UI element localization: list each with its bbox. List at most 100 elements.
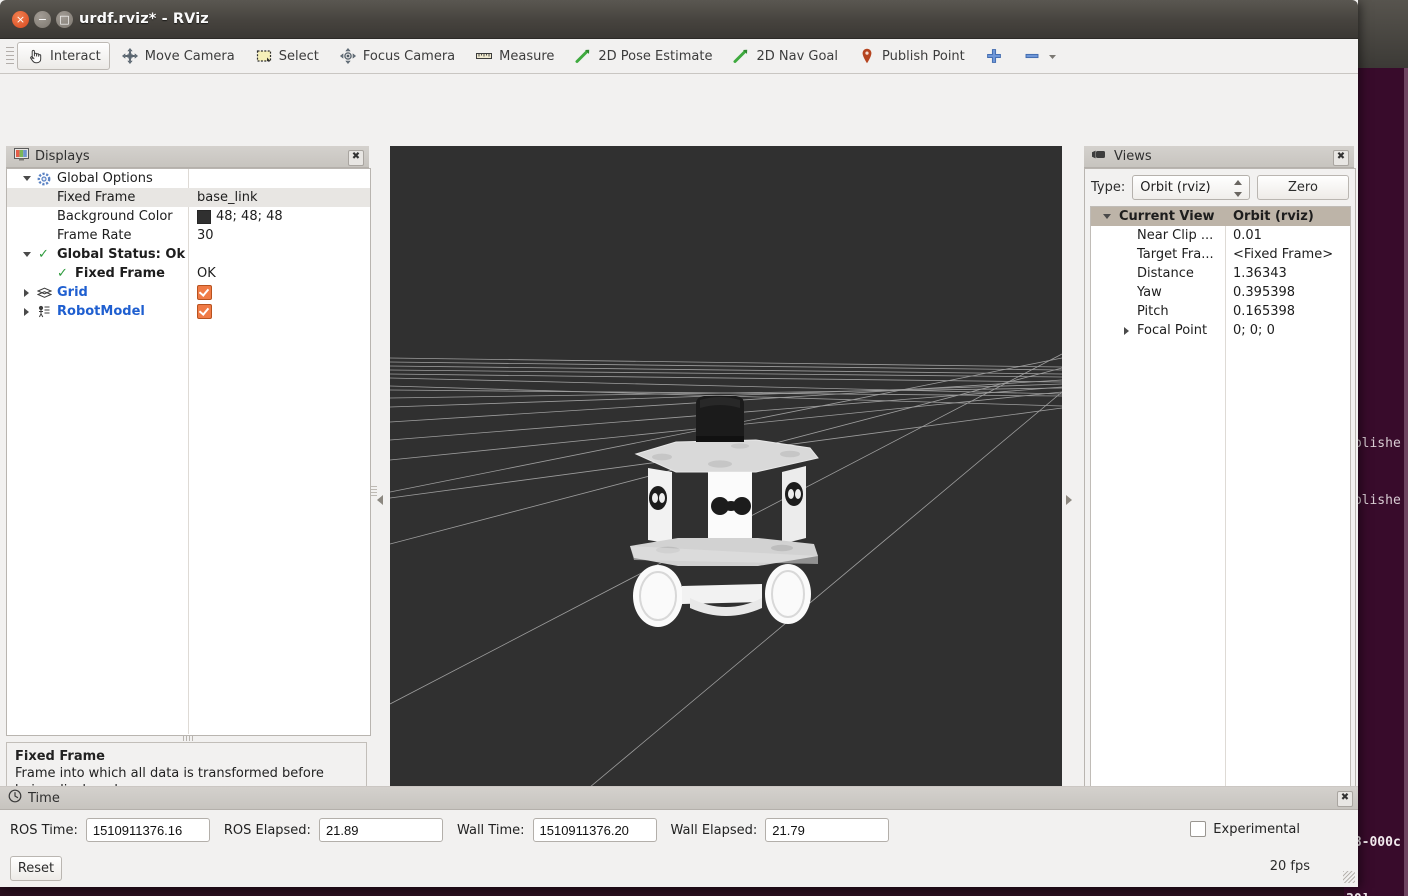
displays-vertical-splitter[interactable] xyxy=(183,736,195,741)
chevron-down-icon[interactable] xyxy=(1103,214,1111,219)
main-toolbar: Interact Move Camera Select Focus Camera… xyxy=(0,39,1358,74)
tree-value-robotmodel-enabled[interactable] xyxy=(197,304,212,319)
views-row-value[interactable]: 0.395398 xyxy=(1233,285,1295,300)
views-row-yaw[interactable]: Yaw 0.395398 xyxy=(1091,283,1350,302)
tool-publish-point[interactable]: Publish Point xyxy=(849,42,974,70)
close-icon: × xyxy=(15,13,26,26)
tool-focus-camera-label: Focus Camera xyxy=(362,48,456,64)
tool-measure[interactable]: Measure xyxy=(466,42,563,70)
spinner-arrows-icon[interactable] xyxy=(1234,180,1243,197)
chevron-right-icon[interactable] xyxy=(1124,327,1129,335)
views-row-value[interactable]: 0; 0; 0 xyxy=(1233,323,1275,338)
views-header-name: Current View xyxy=(1119,209,1215,224)
experimental-checkbox[interactable] xyxy=(1190,821,1207,837)
tool-2d-nav-goal-label: 2D Nav Goal xyxy=(756,48,839,64)
ros-elapsed-input[interactable] xyxy=(318,818,443,842)
right-dock-splitter[interactable] xyxy=(1064,146,1074,854)
tool-add-plugin[interactable] xyxy=(976,42,1012,70)
left-dock-splitter[interactable] xyxy=(375,146,385,854)
views-property-tree[interactable]: Current View Orbit (rviz) Near Clip ... … xyxy=(1090,206,1351,804)
collapse-right-arrow-icon[interactable] xyxy=(1066,495,1072,505)
tool-interact-label: Interact xyxy=(50,48,101,64)
tool-focus-camera[interactable]: Focus Camera xyxy=(330,42,464,70)
views-row-near-clip[interactable]: Near Clip ... 0.01 xyxy=(1091,226,1350,245)
tree-label: Background Color xyxy=(57,209,173,224)
toolbar-drag-handle[interactable] xyxy=(6,47,14,65)
robot-icon xyxy=(37,305,52,323)
tool-select[interactable]: Select xyxy=(246,42,328,70)
window-maximize-button[interactable]: □ xyxy=(56,11,73,28)
chevron-down-icon[interactable] xyxy=(23,252,31,257)
plus-icon xyxy=(985,47,1003,65)
views-close-button[interactable]: ✖ xyxy=(1333,150,1349,166)
3d-render-view[interactable] xyxy=(390,146,1062,854)
tree-row-frame-rate[interactable]: Frame Rate 30 xyxy=(7,226,370,245)
window-minimize-button[interactable]: − xyxy=(34,11,51,28)
tree-value-grid-enabled[interactable] xyxy=(197,285,212,300)
views-row-value[interactable]: 1.36343 xyxy=(1233,266,1287,281)
tree-row-status-fixed-frame[interactable]: ✓ Fixed Frame OK xyxy=(7,264,370,283)
terminal-scrollbar[interactable] xyxy=(1404,68,1408,896)
views-row-current-view[interactable]: Current View Orbit (rviz) xyxy=(1091,207,1350,226)
ros-elapsed-label: ROS Elapsed: xyxy=(223,822,311,838)
property-description-title: Fixed Frame xyxy=(15,749,105,764)
tool-measure-label: Measure xyxy=(499,48,555,64)
color-value-text: 48; 48; 48 xyxy=(216,209,283,224)
wall-time-input[interactable] xyxy=(532,818,657,842)
views-row-value[interactable]: <Fixed Frame> xyxy=(1233,247,1333,262)
tool-2d-pose-estimate[interactable]: 2D Pose Estimate xyxy=(565,42,721,70)
views-row-focal-point[interactable]: Focal Point 0; 0; 0 xyxy=(1091,321,1350,340)
tree-row-robotmodel[interactable]: RobotModel xyxy=(7,302,370,321)
time-close-button[interactable]: ✖ xyxy=(1337,791,1353,807)
views-zero-button[interactable]: Zero xyxy=(1257,175,1349,200)
checkbox-checked-icon[interactable] xyxy=(197,304,212,319)
tree-row-background-color[interactable]: Background Color 48; 48; 48 xyxy=(7,207,370,226)
tool-remove-plugin[interactable] xyxy=(1014,42,1067,70)
chevron-down-icon[interactable] xyxy=(1047,47,1058,65)
view-type-dropdown[interactable]: Orbit (rviz) xyxy=(1132,175,1250,200)
reset-button[interactable]: Reset xyxy=(10,855,62,881)
displays-tree[interactable]: Global Options Fixed Frame base_link Bac… xyxy=(7,169,370,734)
window-close-button[interactable]: × xyxy=(12,11,29,28)
views-row-value[interactable]: 0.01 xyxy=(1233,228,1262,243)
time-panel: Time ✖ ROS Time: ROS Elapsed: Wall Time:… xyxy=(0,786,1358,887)
views-row-distance[interactable]: Distance 1.36343 xyxy=(1091,264,1350,283)
tree-row-grid[interactable]: Grid xyxy=(7,283,370,302)
window-resize-grip[interactable] xyxy=(1343,871,1355,883)
tree-row-global-status[interactable]: ✓ Global Status: Ok xyxy=(7,245,370,264)
hand-cursor-icon xyxy=(26,47,44,65)
chevron-right-icon[interactable] xyxy=(24,308,29,316)
left-splitter-grip[interactable] xyxy=(371,486,377,498)
tree-label: Fixed Frame xyxy=(75,266,165,281)
maximize-icon: □ xyxy=(59,13,70,26)
tree-row-global-options[interactable]: Global Options xyxy=(7,169,370,188)
views-row-target-frame[interactable]: Target Fra... <Fixed Frame> xyxy=(1091,245,1350,264)
tree-value-frame-rate[interactable]: 30 xyxy=(197,228,214,243)
tool-interact[interactable]: Interact xyxy=(17,42,110,70)
move-camera-icon xyxy=(121,47,139,65)
tool-move-camera[interactable]: Move Camera xyxy=(112,42,244,70)
ros-time-input[interactable] xyxy=(85,818,210,842)
tree-row-fixed-frame[interactable]: Fixed Frame base_link xyxy=(7,188,370,207)
wall-elapsed-input[interactable] xyxy=(765,818,890,842)
views-row-value[interactable]: 0.165398 xyxy=(1233,304,1295,319)
tool-select-label: Select xyxy=(278,48,319,64)
color-swatch xyxy=(197,209,211,224)
chevron-right-icon[interactable] xyxy=(24,289,29,297)
green-arrow-icon xyxy=(732,47,750,65)
views-row-label: Target Fra... xyxy=(1137,247,1214,262)
tool-2d-nav-goal[interactable]: 2D Nav Goal xyxy=(723,42,847,70)
displays-close-button[interactable]: ✖ xyxy=(348,150,364,166)
tree-value-fixed-frame[interactable]: base_link xyxy=(197,190,257,205)
views-row-label: Near Clip ... xyxy=(1137,228,1214,243)
views-row-pitch[interactable]: Pitch 0.165398 xyxy=(1091,302,1350,321)
views-row-label: Focal Point xyxy=(1137,323,1208,338)
focus-camera-icon xyxy=(339,47,357,65)
checkbox-checked-icon[interactable] xyxy=(197,285,212,300)
views-panel-header: Views ✖ xyxy=(1084,146,1354,168)
tree-value-background-color[interactable]: 48; 48; 48 xyxy=(197,209,283,224)
screen: ublishe ublishe 28-000c 30] with with × … xyxy=(0,0,1408,896)
chevron-down-icon[interactable] xyxy=(23,176,31,181)
experimental-checkbox-wrap[interactable]: Experimental xyxy=(1190,821,1300,837)
collapse-left-arrow-icon[interactable] xyxy=(377,495,383,505)
